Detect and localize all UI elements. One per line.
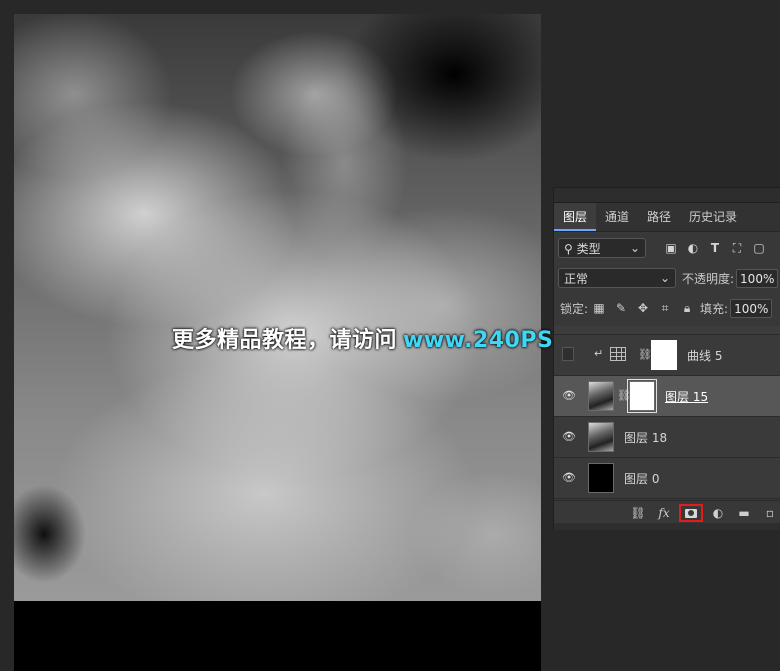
layer-row-15[interactable]: 👁︎ ⛓ 图层 15	[554, 376, 780, 417]
blend-row: 正常 ⌄ 不透明度: 100%	[554, 266, 779, 290]
adjustment-icon[interactable]: ◐	[707, 504, 729, 522]
search-icon: ⚲	[564, 241, 573, 256]
filter-type-label: 类型	[576, 241, 601, 256]
layer-list-top-partial	[554, 326, 780, 335]
panel-tabs: 图层 通道 路径 历史记录	[554, 203, 780, 232]
smart-object-filter-icon[interactable]: ▢	[748, 241, 770, 255]
tab-history[interactable]: 历史记录	[680, 203, 746, 231]
adjustment-filter-icon[interactable]: ◐	[682, 241, 704, 255]
adjustment-mask-thumbnail[interactable]	[651, 340, 677, 370]
lock-artboard-icon[interactable]: ⌗	[654, 301, 676, 316]
eye-icon[interactable]: 👁︎	[560, 471, 578, 485]
tab-paths[interactable]: 路径	[638, 203, 680, 231]
chevron-down-icon: ⌄	[629, 241, 640, 255]
fill-label: 填充:	[700, 301, 729, 316]
fill-input[interactable]: 100%	[730, 298, 773, 318]
chain-link-icon[interactable]: ⛓	[638, 348, 652, 361]
clipping-arrow-icon: ↵	[594, 347, 604, 360]
lock-row: 锁定: ▦ ✎ ✥ ⌗ 🔒︎ 填充: 100%	[554, 296, 773, 320]
lock-label: 锁定:	[560, 301, 589, 316]
layers-footer: ⛓ fx ◐ ▬ ▫	[554, 500, 780, 525]
layer-name[interactable]: 曲线 5	[687, 347, 722, 364]
layer-name[interactable]: 图层 18	[624, 429, 667, 446]
link-icon[interactable]: ⛓	[627, 504, 649, 522]
add-mask-button[interactable]	[679, 504, 703, 522]
layer-mask-thumbnail[interactable]	[627, 379, 657, 413]
smoke-image	[14, 14, 541, 601]
opacity-input[interactable]: 100%	[736, 268, 779, 288]
chevron-down-icon: ⌄	[659, 271, 670, 285]
shape-filter-icon[interactable]: ⛶	[726, 241, 748, 256]
layer-thumbnail[interactable]	[588, 381, 614, 411]
eye-icon[interactable]: 👁︎	[560, 389, 578, 403]
curves-adjustment-icon	[610, 347, 626, 361]
layer-row-0[interactable]: 👁︎ 图层 0	[554, 458, 780, 499]
eye-icon[interactable]: 👁︎	[560, 430, 578, 444]
document-canvas[interactable]: 更多精品教程，请访问 www.240PS.com	[14, 14, 614, 671]
tab-layers[interactable]: 图层	[554, 203, 597, 231]
layer-thumbnail[interactable]	[588, 422, 614, 452]
layer-row-curves[interactable]: ↵ ⛓ 曲线 5	[554, 335, 780, 376]
watermark-text: 更多精品教程，请访问	[172, 328, 398, 353]
visibility-toggle-off[interactable]	[562, 347, 574, 361]
panel-resize-strip[interactable]	[554, 523, 780, 530]
filter-type-select[interactable]: ⚲ 类型 ⌄	[558, 238, 646, 258]
watermark: 更多精品教程，请访问 www.240PS.com	[172, 322, 615, 354]
lock-transparent-icon[interactable]: ▦	[588, 301, 610, 315]
lock-move-icon[interactable]: ✥	[632, 301, 654, 315]
lock-all-icon[interactable]: 🔒︎	[676, 301, 698, 316]
layers-list: ↵ ⛓ 曲线 5 👁︎ ⛓ 图层 15 👁︎ 图层 18 👁︎ 图层 0	[554, 326, 780, 499]
layer-thumbnail[interactable]	[588, 463, 614, 493]
fx-icon[interactable]: fx	[653, 504, 675, 522]
layer-row-18[interactable]: 👁︎ 图层 18	[554, 417, 780, 458]
panel-title-strip[interactable]	[554, 188, 780, 203]
opacity-label: 不透明度:	[682, 271, 735, 286]
layer-name[interactable]: 图层 0	[624, 470, 659, 487]
filter-row: ⚲ 类型 ⌄ ▣ ◐ T ⛶ ▢	[554, 236, 770, 260]
text-filter-icon[interactable]: T	[704, 241, 726, 255]
image-filter-icon[interactable]: ▣	[660, 241, 682, 255]
folder-icon[interactable]: ▬	[733, 504, 755, 522]
blend-mode-select[interactable]: 正常 ⌄	[558, 268, 676, 288]
layers-panel: 图层 通道 路径 历史记录 ⚲ 类型 ⌄ ▣ ◐ T ⛶ ▢ 正常 ⌄ 不透明度…	[553, 187, 780, 530]
new-layer-icon[interactable]: ▫	[759, 504, 780, 522]
layer-name[interactable]: 图层 15	[665, 388, 708, 405]
tab-channels[interactable]: 通道	[596, 203, 638, 231]
lock-brush-icon[interactable]: ✎	[610, 301, 632, 315]
add-mask-icon	[685, 508, 697, 518]
blend-mode-value: 正常	[564, 271, 589, 286]
